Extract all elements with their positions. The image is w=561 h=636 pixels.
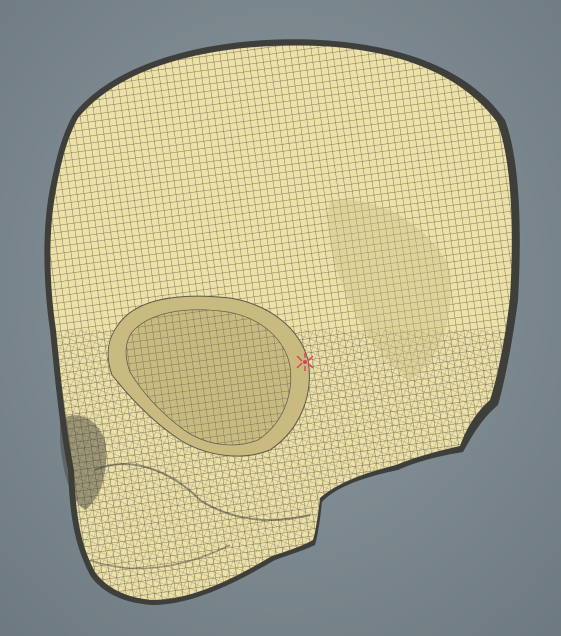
3d-viewport[interactable] xyxy=(0,0,561,636)
viewport-canvas[interactable] xyxy=(0,0,561,636)
